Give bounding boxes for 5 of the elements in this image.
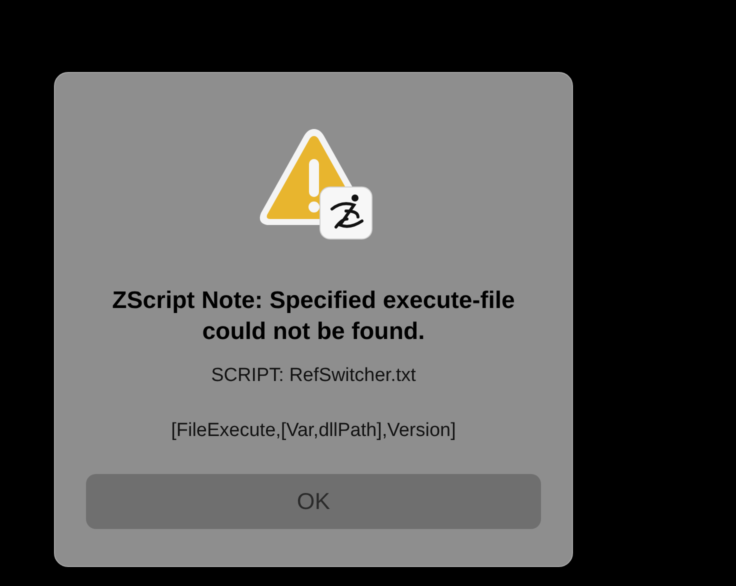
ok-button[interactable]: OK — [86, 474, 541, 529]
script-name-text: SCRIPT: RefSwitcher.txt — [211, 365, 416, 387]
dialog-title: ZScript Note: Specified execute-file could not be found. — [111, 286, 516, 347]
command-text: [FileExecute,[Var,dllPath],Version] — [171, 420, 456, 442]
app-badge-icon — [319, 186, 372, 240]
